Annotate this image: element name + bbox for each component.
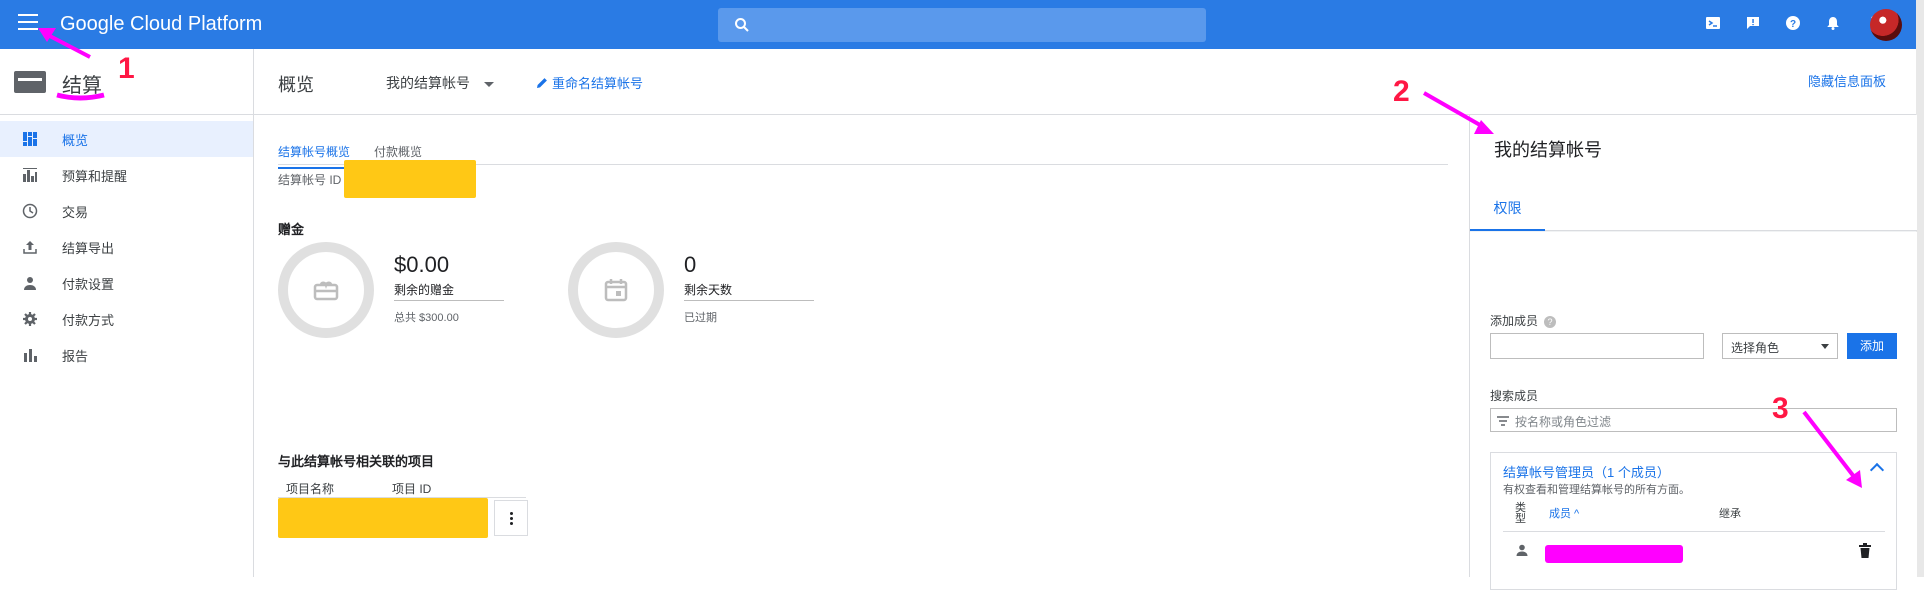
sidebar-item-payment-settings[interactable]: 付款设置 <box>0 265 253 301</box>
dashboard-icon <box>23 132 37 146</box>
terminal-icon[interactable] <box>1702 12 1724 34</box>
account-selector-label: 我的结算帐号 <box>386 75 470 91</box>
column-project-name[interactable]: 项目名称 <box>286 480 334 497</box>
sidebar-item-label: 结算导出 <box>62 240 115 256</box>
annotation-number-1: 1 <box>118 52 135 85</box>
notification-icon[interactable] <box>1822 12 1844 34</box>
credits-title: 赠金 <box>278 222 305 237</box>
sidebar-title: 结算 <box>62 75 102 97</box>
credits-remaining-label: 剩余的赠金 <box>394 283 455 297</box>
sidebar-item-reports[interactable]: 报告 <box>0 337 253 373</box>
member-filter-input[interactable]: 按名称或角色过滤 <box>1490 408 1897 432</box>
account-id-value-redacted <box>344 160 476 198</box>
window-scrollbar[interactable] <box>1916 0 1924 577</box>
role-select-label: 选择角色 <box>1731 341 1780 355</box>
role-group-card: 结算帐号管理员（1 个成员） 有权查看和管理结算帐号的所有方面。 类型 成员 ^… <box>1490 452 1897 590</box>
days-status: 已过期 <box>684 312 717 324</box>
credits-remaining-value: $0.00 <box>394 252 450 277</box>
sidebar: 结算 概览 预算和提醒 交易 结算导出 付款设置 付款方式 报告 <box>0 49 254 577</box>
top-bar: Google Cloud Platform ? <box>0 0 1924 49</box>
annotation-number-3: 3 <box>1772 392 1789 425</box>
help-icon[interactable]: ? <box>1782 12 1804 34</box>
divider <box>394 300 504 301</box>
search-icon <box>735 18 749 32</box>
days-remaining-label: 剩余天数 <box>684 283 733 297</box>
sidebar-item-label: 交易 <box>62 204 89 220</box>
project-row-redacted <box>278 498 488 538</box>
rename-account-link[interactable]: 重命名结算帐号 <box>536 73 643 92</box>
overview-content: 结算帐号概览 付款概览 结算帐号 ID 赠金 $0.00 剩余的赠金 总共 $3… <box>254 115 1469 577</box>
add-member-input[interactable] <box>1490 333 1704 359</box>
days-remaining-ring <box>568 242 664 338</box>
pencil-icon <box>537 78 547 88</box>
chevron-down-icon <box>484 81 494 87</box>
credits-total: 总共 $300.00 <box>394 312 459 324</box>
brand-title[interactable]: Google Cloud Platform <box>60 13 262 36</box>
sidebar-item-label: 概览 <box>62 132 89 148</box>
add-member-label: 添加成员? <box>1490 312 1557 329</box>
chevron-down-icon <box>1821 344 1829 349</box>
account-id-label: 结算帐号 ID <box>278 173 342 187</box>
projects-title: 与此结算帐号相关联的项目 <box>278 454 435 469</box>
bar-chart-icon <box>24 349 37 362</box>
person-icon <box>1516 544 1528 556</box>
sidebar-item-transactions[interactable]: 交易 <box>0 193 253 229</box>
project-more-button[interactable] <box>494 500 528 536</box>
help-icon[interactable]: ? <box>1544 315 1557 328</box>
page-title: 概览 <box>278 75 314 95</box>
tab-account-overview[interactable]: 结算帐号概览 <box>278 143 351 169</box>
clock-icon <box>22 203 38 219</box>
add-member-button[interactable]: 添加 <box>1847 333 1897 359</box>
sidebar-item-budgets[interactable]: 预算和提醒 <box>0 157 253 193</box>
sidebar-item-label: 预算和提醒 <box>62 168 128 184</box>
main-area: 概览 我的结算帐号 重命名结算帐号 隐藏信息面板 结算帐号概览 付款概览 结算帐… <box>254 49 1917 590</box>
gear-icon <box>23 312 37 326</box>
calendar-icon <box>604 279 628 302</box>
annotation-number-2: 2 <box>1393 75 1410 108</box>
column-project-id[interactable]: 项目 ID <box>392 480 431 497</box>
credits-remaining-ring <box>278 242 374 338</box>
divider <box>1503 531 1885 532</box>
sidebar-item-label: 付款设置 <box>62 276 115 292</box>
chevron-up-icon[interactable] <box>1869 462 1885 478</box>
gift-card-icon <box>313 281 339 301</box>
sidebar-item-payment-methods[interactable]: 付款方式 <box>0 301 253 337</box>
member-filter-placeholder: 按名称或角色过滤 <box>1515 415 1612 429</box>
filter-icon <box>1497 416 1509 426</box>
column-inherit: 继承 <box>1719 508 1741 520</box>
search-input[interactable] <box>718 8 1206 42</box>
budget-icon <box>23 168 37 182</box>
tab-permissions[interactable]: 权限 <box>1470 185 1545 231</box>
info-panel: 我的结算帐号 权限 添加成员? 选择角色 添加 搜索成员 按名称或角色过滤 结算… <box>1469 115 1917 590</box>
sidebar-item-overview[interactable]: 概览 <box>0 121 253 157</box>
account-selector[interactable]: 我的结算帐号 <box>386 73 494 93</box>
menu-icon[interactable] <box>18 14 42 34</box>
avatar[interactable] <box>1870 9 1902 41</box>
svg-text:?: ? <box>1790 19 1796 30</box>
sidebar-item-label: 付款方式 <box>62 312 115 328</box>
sidebar-item-export[interactable]: 结算导出 <box>0 229 253 265</box>
billing-card-icon <box>14 71 46 93</box>
divider <box>684 300 814 301</box>
member-redacted <box>1545 545 1683 563</box>
days-remaining-value: 0 <box>684 252 697 277</box>
trash-icon[interactable] <box>1858 543 1872 559</box>
sidebar-item-label: 报告 <box>62 348 89 364</box>
more-vert-icon <box>509 511 513 526</box>
main-header: 概览 我的结算帐号 重命名结算帐号 隐藏信息面板 <box>254 49 1916 115</box>
search-member-label: 搜索成员 <box>1490 389 1539 403</box>
column-type: 类型 <box>1515 502 1526 525</box>
panel-title: 我的结算帐号 <box>1494 140 1602 160</box>
column-member[interactable]: 成员 ^ <box>1549 505 1579 521</box>
hide-info-panel-link[interactable]: 隐藏信息面板 <box>1808 71 1886 90</box>
feedback-icon[interactable] <box>1742 12 1764 34</box>
add-member-label-text: 添加成员 <box>1490 314 1539 328</box>
role-select[interactable]: 选择角色 <box>1722 333 1838 359</box>
role-group-description: 有权查看和管理结算帐号的所有方面。 <box>1503 484 1690 496</box>
upload-icon <box>23 241 37 254</box>
rename-account-label: 重命名结算帐号 <box>552 76 644 91</box>
role-group-title[interactable]: 结算帐号管理员（1 个成员） <box>1503 462 1670 481</box>
person-icon <box>24 277 36 290</box>
